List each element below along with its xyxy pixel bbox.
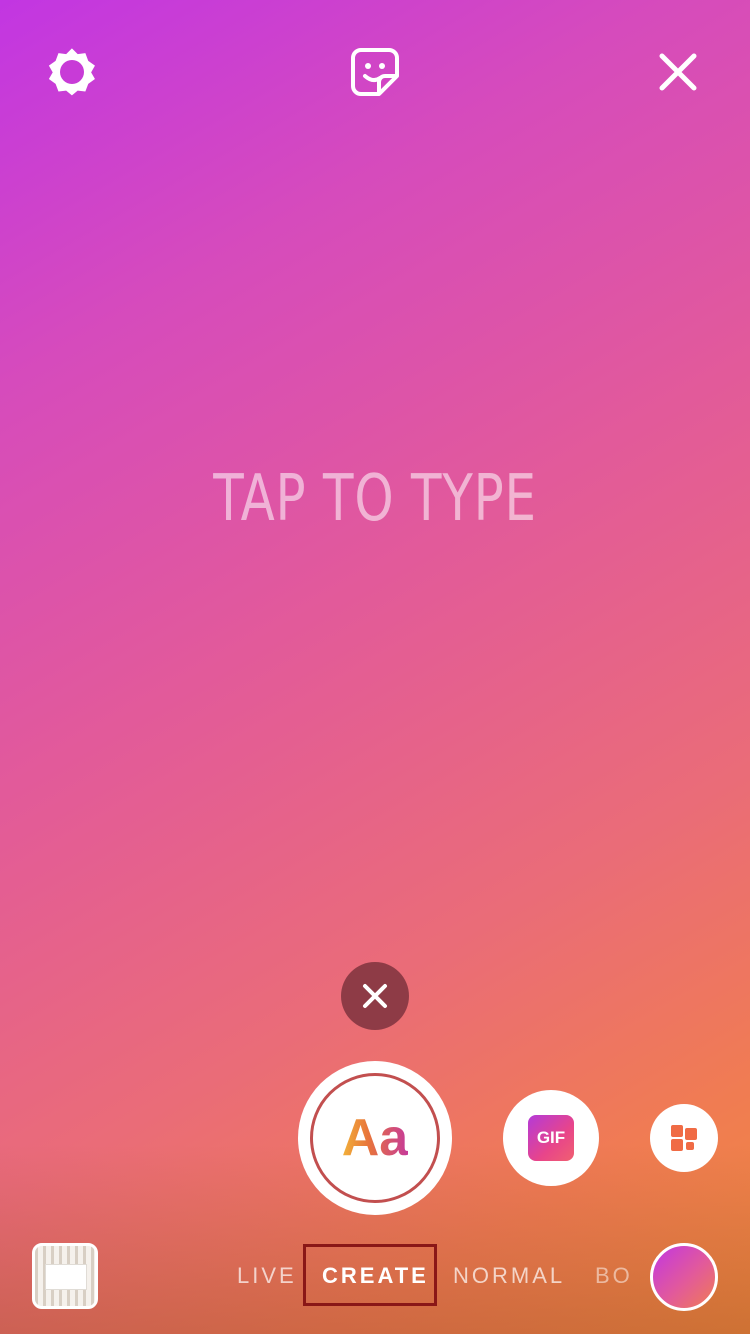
settings-icon [48,48,95,96]
sticker-button[interactable] [345,42,405,102]
close-icon [659,53,697,91]
mode-boomerang[interactable]: BO [595,1263,633,1289]
capture-button[interactable] [650,1243,718,1311]
text-tool-button[interactable]: Aa [298,1061,452,1215]
text-tool-ring: Aa [310,1073,440,1203]
layout-tool-button[interactable] [650,1104,718,1172]
close-icon [363,984,387,1008]
tap-to-type-placeholder[interactable]: TAP TO TYPE [83,462,668,536]
create-mode-highlight [303,1244,437,1306]
dismiss-tools-button[interactable] [341,962,409,1030]
layout-icon [671,1125,697,1151]
mode-live[interactable]: LIVE [237,1263,297,1289]
text-tool-label: Aa [341,1109,409,1167]
mode-normal[interactable]: NORMAL [453,1263,565,1289]
story-camera-screen: TAP TO TYPE Aa GIF LIVE CREATE NORMAL BO [0,0,750,1334]
gif-tool-label: GIF [536,1128,566,1147]
gif-tool-button[interactable]: GIF [503,1090,599,1186]
close-button[interactable] [648,42,708,102]
settings-button[interactable] [42,42,102,102]
sticker-icon [351,48,399,96]
gif-icon: GIF [528,1115,574,1161]
